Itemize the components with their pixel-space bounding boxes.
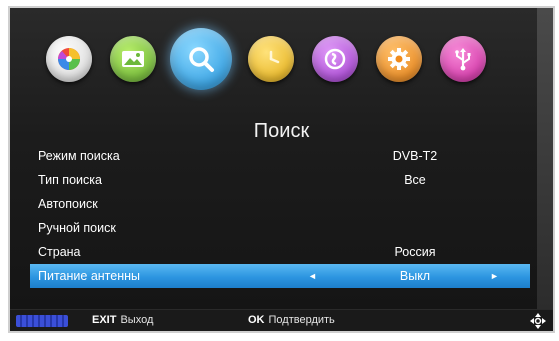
ok-label: Подтвердить [268, 314, 335, 326]
menu-item-value: Россия [394, 245, 436, 259]
exit-hint[interactable]: EXIT Выход [92, 314, 153, 326]
exit-label: Выход [120, 314, 154, 326]
menu-item-label: Ручной поиск [38, 221, 116, 235]
right-edge [537, 8, 553, 331]
usb-icon[interactable] [440, 36, 486, 82]
image-icon[interactable] [110, 36, 156, 82]
globe-icon[interactable] [312, 36, 358, 82]
menu-item-manual-search[interactable]: Ручной поиск [30, 216, 530, 240]
menu-item-label: Тип поиска [38, 173, 102, 187]
menu-item-label: Автопоиск [38, 197, 98, 211]
ok-key: OK [248, 314, 265, 326]
tv-menu-screen: Поиск Режим поиска DVB-T2 Тип поиска Все… [8, 6, 555, 333]
search-icon[interactable] [170, 28, 232, 90]
ok-hint[interactable]: OK Подтвердить [248, 314, 335, 326]
color-wheel-glyph [58, 48, 80, 70]
menu-item-value: DVB-T2 [392, 149, 438, 163]
search-settings-list: Режим поиска DVB-T2 Тип поиска Все Автоп… [30, 144, 530, 288]
menu-item-label: Питание антенны [38, 269, 140, 283]
arrow-right-icon[interactable]: ► [490, 264, 499, 288]
menu-item-value: Все [404, 173, 426, 187]
clock-icon[interactable] [248, 36, 294, 82]
menu-item-country[interactable]: Страна Россия [30, 240, 530, 264]
picture-icon[interactable] [46, 36, 92, 82]
globe-glyph [324, 48, 346, 70]
clock-glyph [269, 50, 280, 64]
menu-item-auto-search[interactable]: Автопоиск [30, 192, 530, 216]
arrow-left-icon[interactable]: ◄ [308, 264, 317, 288]
gear-icon[interactable] [376, 36, 422, 82]
footer-hint-bar: EXIT Выход OK Подтвердить [10, 309, 553, 331]
landscape-glyph [122, 51, 144, 67]
menu-item-label: Страна [38, 245, 81, 259]
menu-item-search-mode[interactable]: Режим поиска DVB-T2 [30, 144, 530, 168]
menu-item-value: Выкл [399, 269, 431, 283]
brand-logo [16, 315, 68, 327]
usb-glyph [455, 48, 471, 71]
page-title: Поиск [253, 120, 310, 142]
menu-item-label: Режим поиска [38, 149, 120, 163]
exit-key: EXIT [92, 314, 117, 326]
main-menu-icons [46, 28, 526, 104]
menu-item-antenna-power[interactable]: Питание антенны ◄ Выкл ► [30, 264, 530, 288]
menu-item-search-type[interactable]: Тип поиска Все [30, 168, 530, 192]
magnifier-glyph [189, 47, 214, 72]
navigation-arrows-icon [529, 312, 547, 331]
cog-glyph [388, 48, 410, 70]
